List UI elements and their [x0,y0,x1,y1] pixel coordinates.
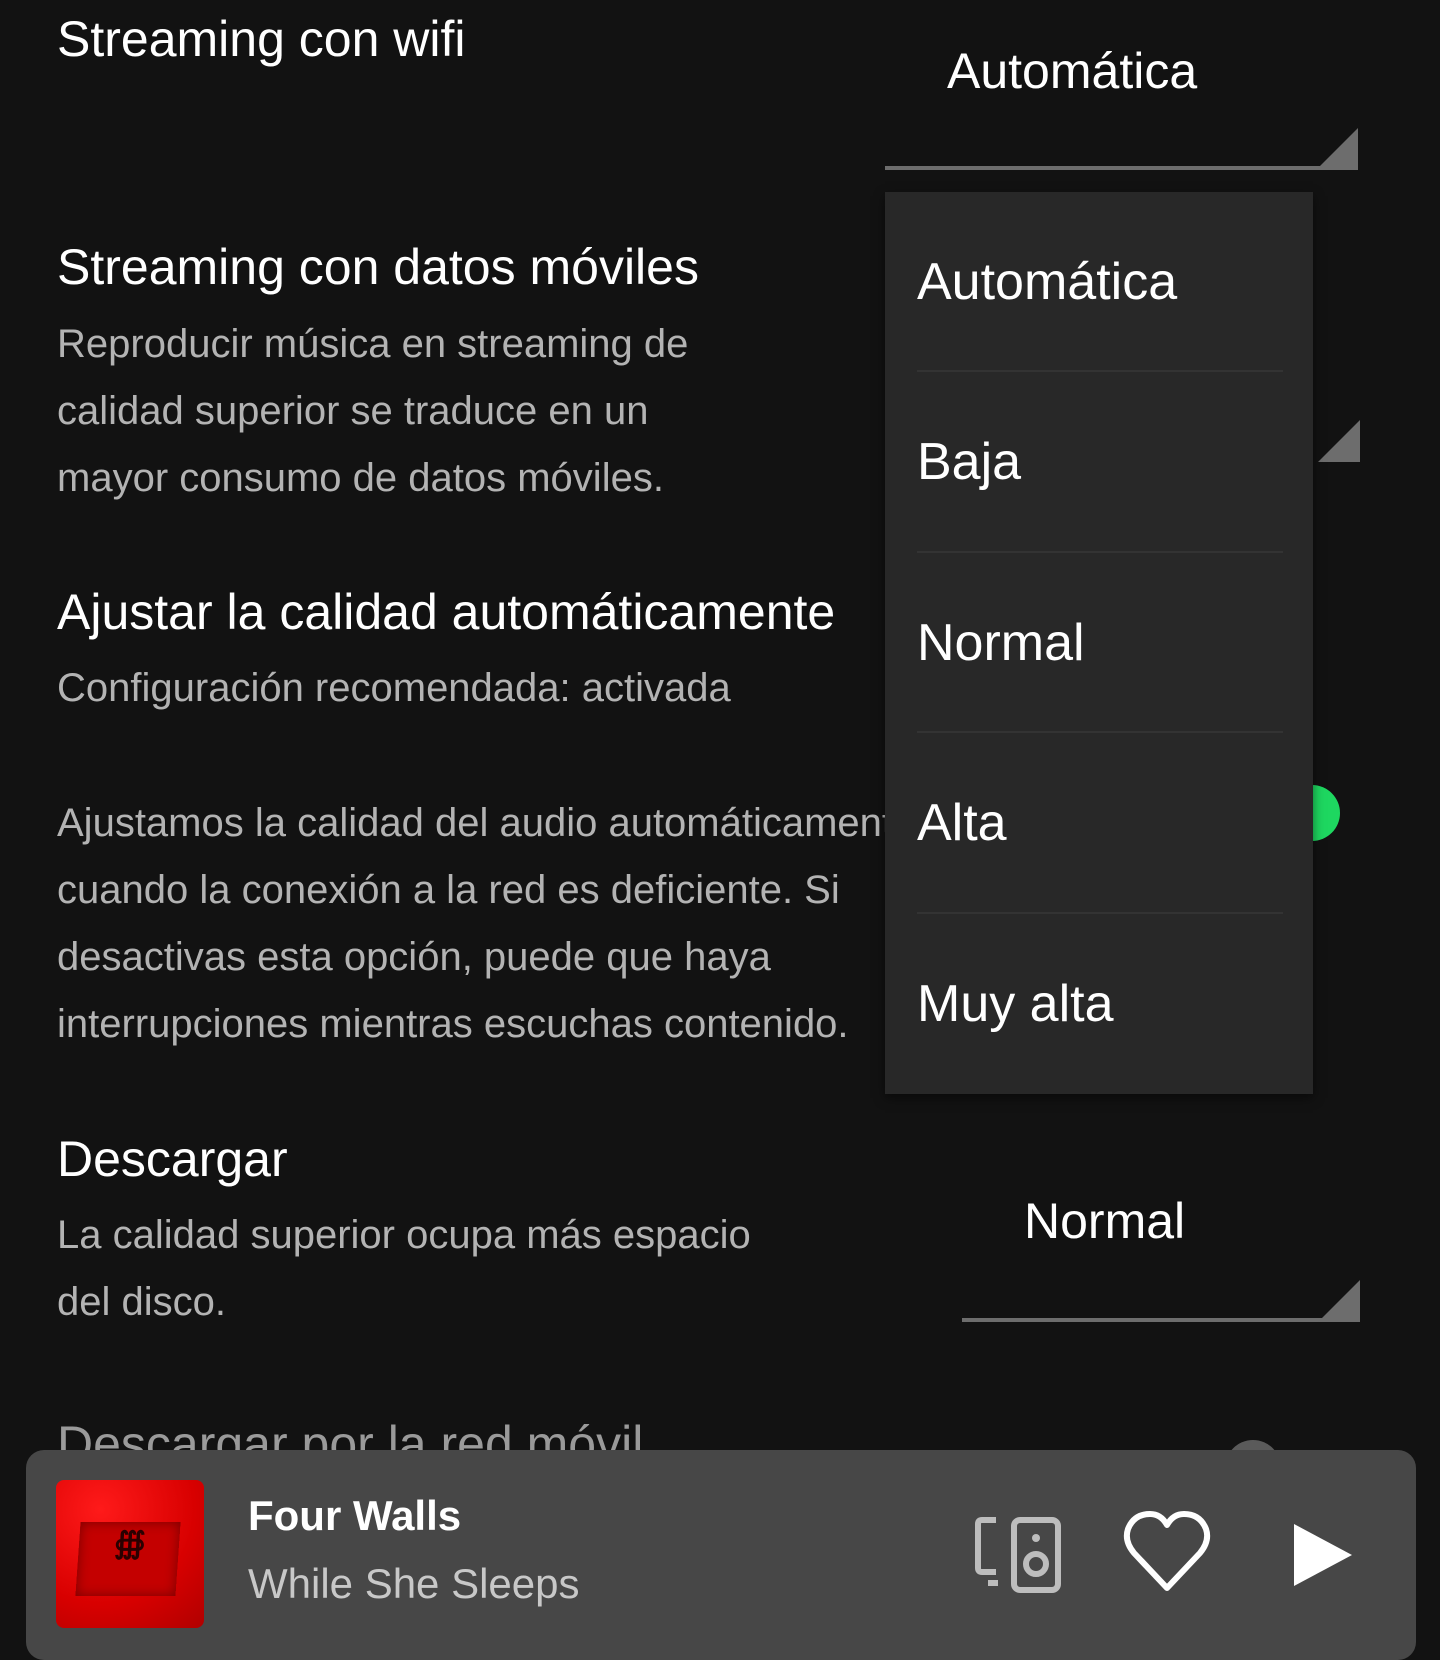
quality-dropdown-menu: Automática Baja Normal Alta Muy alta [885,192,1313,1094]
play-button[interactable] [1288,1520,1358,1590]
option-label: Automática [917,253,1178,311]
dropdown-arrow-icon [1318,1280,1360,1322]
description-line: del disco. [57,1280,226,1324]
download-description: La calidad superior ocupa más espacio de… [57,1202,751,1336]
option-label: Normal [917,613,1085,672]
auto-quality-description: Ajustamos la calidad del audio automátic… [57,790,915,1058]
album-art-logo: ∰ [114,1526,146,1561]
description-line: desactivas esta opción, puede que haya [57,935,771,979]
like-button[interactable] [1122,1508,1212,1598]
description-line: calidad superior se traduce en un [57,389,649,433]
dropdown-option-baja[interactable]: Baja [885,372,1313,553]
now-playing-bar[interactable]: ∰ Four Walls While She Sleeps [26,1450,1416,1660]
mobile-streaming-title: Streaming con datos móviles [57,239,699,295]
option-label: Muy alta [917,974,1114,1033]
dropdown-arrow-icon [1318,420,1360,462]
dropdown-option-automatica[interactable]: Automática [885,192,1313,373]
select-underline [962,1318,1358,1322]
album-art: ∰ [56,1480,204,1628]
description-line: interrupciones mientras escuchas conteni… [57,1002,849,1046]
option-label: Baja [917,433,1022,492]
devices-button[interactable] [974,1516,1064,1596]
mobile-streaming-description: Reproducir música en streaming de calida… [57,311,688,512]
dropdown-option-alta[interactable]: Alta [885,733,1313,914]
download-quality-value: Normal [1024,1193,1186,1249]
wifi-streaming-select[interactable]: Automática [885,30,1360,175]
dropdown-option-muy-alta[interactable]: Muy alta [885,914,1313,1094]
auto-quality-subtitle: Configuración recomendada: activada [57,666,731,710]
track-title: Four Walls [248,1492,462,1539]
description-line: cuando la conexión a la red es deficient… [57,868,840,912]
play-icon [1294,1524,1352,1586]
option-label: Alta [917,794,1007,853]
dropdown-arrow-icon [1318,128,1358,168]
download-quality-select[interactable]: Normal [962,1180,1360,1325]
description-line: mayor consumo de datos móviles. [57,456,664,500]
download-title: Descargar [57,1131,288,1187]
dropdown-option-normal[interactable]: Normal [885,553,1313,734]
heart-icon [1123,1511,1211,1591]
wifi-streaming-value: Automática [947,43,1198,99]
description-line: Ajustamos la calidad del audio automátic… [57,801,916,845]
devices-icon [975,1517,1061,1593]
wifi-streaming-title: Streaming con wifi [57,11,466,67]
description-line: Reproducir música en streaming de [57,322,689,366]
select-underline [885,166,1358,170]
track-artist: While She Sleeps [248,1560,580,1607]
auto-quality-title: Ajustar la calidad automáticamente [57,584,836,640]
description-line: La calidad superior ocupa más espacio [57,1213,751,1257]
